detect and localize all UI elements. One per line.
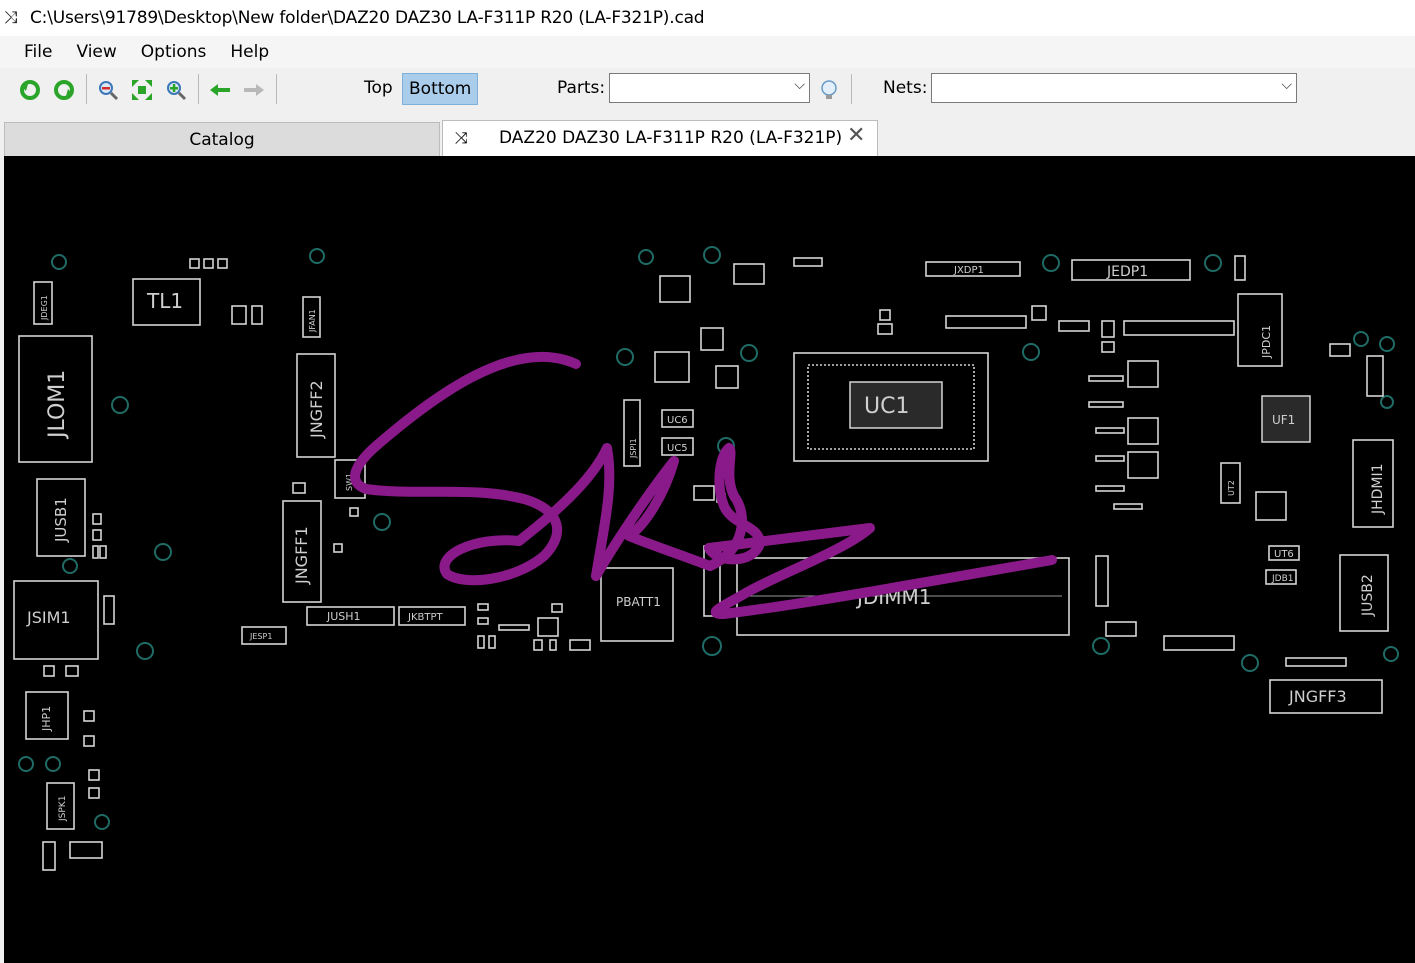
nets-combobox[interactable]: ⌵: [931, 73, 1297, 103]
tab-board-file[interactable]: ⤨ DAZ20 DAZ30 LA-F311P R20 (LA-F321P) ✕: [442, 120, 878, 156]
jdeg1-label: JDEG1: [40, 295, 49, 321]
bottom-side-button[interactable]: Bottom: [402, 73, 479, 105]
jfan1-label: JFAN1: [308, 309, 317, 333]
uc1-label: UC1: [864, 394, 909, 419]
jspk1-label: JSPK1: [58, 796, 68, 822]
highlight-part-button[interactable]: [817, 78, 841, 102]
jush1-label: JUSH1: [326, 610, 361, 623]
close-icon[interactable]: ✕: [847, 123, 865, 148]
document-tabs: Catalog ⤨ DAZ20 DAZ30 LA-F311P R20 (LA-F…: [0, 118, 1415, 156]
jdb1-label: JDB1: [1271, 574, 1294, 584]
parts-label: Parts:: [557, 78, 606, 98]
shuffle-app-icon: ⤨: [4, 8, 18, 28]
uc5-label: UC5: [667, 443, 688, 454]
jedp1-label: JEDP1: [1106, 264, 1148, 280]
nets-label: Nets:: [883, 78, 928, 98]
jesp1-label: JESP1: [249, 632, 272, 641]
forward-button[interactable]: [242, 78, 266, 102]
jngff2-label: JNGFF2: [307, 380, 326, 439]
toolbar-separator: [851, 74, 852, 104]
jkbtpt-label: JKBTPT: [407, 612, 444, 623]
jlom1-label: JLOM1: [45, 370, 70, 440]
jsim1-label: JSIM1: [26, 608, 71, 627]
ut6-label: UT6: [1274, 549, 1294, 560]
title-bar: ⤨ C:\Users\91789\Desktop\New folder\DAZ2…: [0, 0, 1415, 36]
jhdmi1-label: JHDMI1: [1370, 463, 1386, 515]
pbatt1-label: PBATT1: [616, 595, 661, 609]
shuffle-icon: ⤨: [455, 128, 468, 147]
parts-combobox[interactable]: ⌵: [609, 73, 810, 103]
chevron-down-icon: ⌵: [1281, 77, 1292, 93]
menu-file[interactable]: File: [12, 38, 64, 66]
chevron-down-icon: ⌵: [794, 77, 805, 93]
top-side-button[interactable]: Top: [358, 73, 399, 103]
ut2-label: UT2: [1227, 480, 1236, 496]
jusb1-label: JUSB1: [52, 497, 70, 543]
toolbar-separator: [276, 74, 277, 104]
rotate-left-button[interactable]: [18, 78, 42, 102]
zoom-in-button[interactable]: [164, 78, 188, 102]
window-title: C:\Users\91789\Desktop\New folder\DAZ20 …: [30, 8, 705, 28]
toolbar: Top Bottom Parts: ⌵ Nets: ⌵: [0, 68, 1415, 110]
rotate-right-button[interactable]: [52, 78, 76, 102]
menu-bar: File View Options Help: [0, 36, 1415, 68]
pcb-board-drawing[interactable]: JLOM1 JUSB1 JSIM1 JHP1 JSPK1 JDEG1 TL1 J…: [4, 156, 1415, 963]
menu-help[interactable]: Help: [218, 38, 281, 66]
menu-options[interactable]: Options: [129, 38, 219, 66]
right-components: JPDC1 UF1 JHDMI1 JUSB2 JNGFF3 UT2 UT6 JD…: [1088, 255, 1394, 714]
arrow-left-icon: [210, 84, 230, 96]
uf1-label: UF1: [1272, 413, 1295, 427]
zoom-fit-button[interactable]: [130, 78, 154, 102]
jspi1-label: JSPI1: [629, 438, 638, 459]
zoom-in-icon: [167, 81, 187, 101]
back-button[interactable]: [208, 78, 232, 102]
zoom-fit-icon: [132, 80, 152, 100]
jpdc1-label: JPDC1: [1260, 325, 1273, 359]
toolbar-separator: [86, 74, 87, 104]
jusb2-label: JUSB2: [1360, 574, 1376, 617]
rotate-right-icon: [54, 80, 74, 100]
menu-view[interactable]: View: [64, 38, 128, 66]
jngff3-label: JNGFF3: [1288, 687, 1347, 706]
lightbulb-icon: [821, 80, 837, 99]
left-small-pads: [42, 258, 591, 871]
jxdp1-label: JXDP1: [953, 265, 984, 276]
uc6-label: UC6: [667, 415, 688, 426]
tab-board-file-label: DAZ20 DAZ30 LA-F311P R20 (LA-F321P): [499, 128, 843, 148]
tab-catalog-label: Catalog: [189, 130, 255, 150]
arrow-right-icon: [244, 84, 264, 96]
tab-catalog[interactable]: Catalog: [4, 122, 440, 156]
zoom-out-button[interactable]: [96, 78, 120, 102]
board-viewport[interactable]: JLOM1 JUSB1 JSIM1 JHP1 JSPK1 JDEG1 TL1 J…: [4, 156, 1415, 963]
zoom-out-icon: [99, 81, 119, 101]
jhp1-label: JHP1: [40, 706, 53, 732]
left-components: JLOM1 JUSB1 JSIM1 JHP1 JSPK1 JDEG1 TL1 J…: [13, 278, 466, 830]
rotate-left-icon: [20, 80, 40, 100]
tl1-label: TL1: [146, 289, 183, 313]
toolbar-separator: [198, 74, 199, 104]
jngff1-label: JNGFF1: [292, 526, 311, 585]
